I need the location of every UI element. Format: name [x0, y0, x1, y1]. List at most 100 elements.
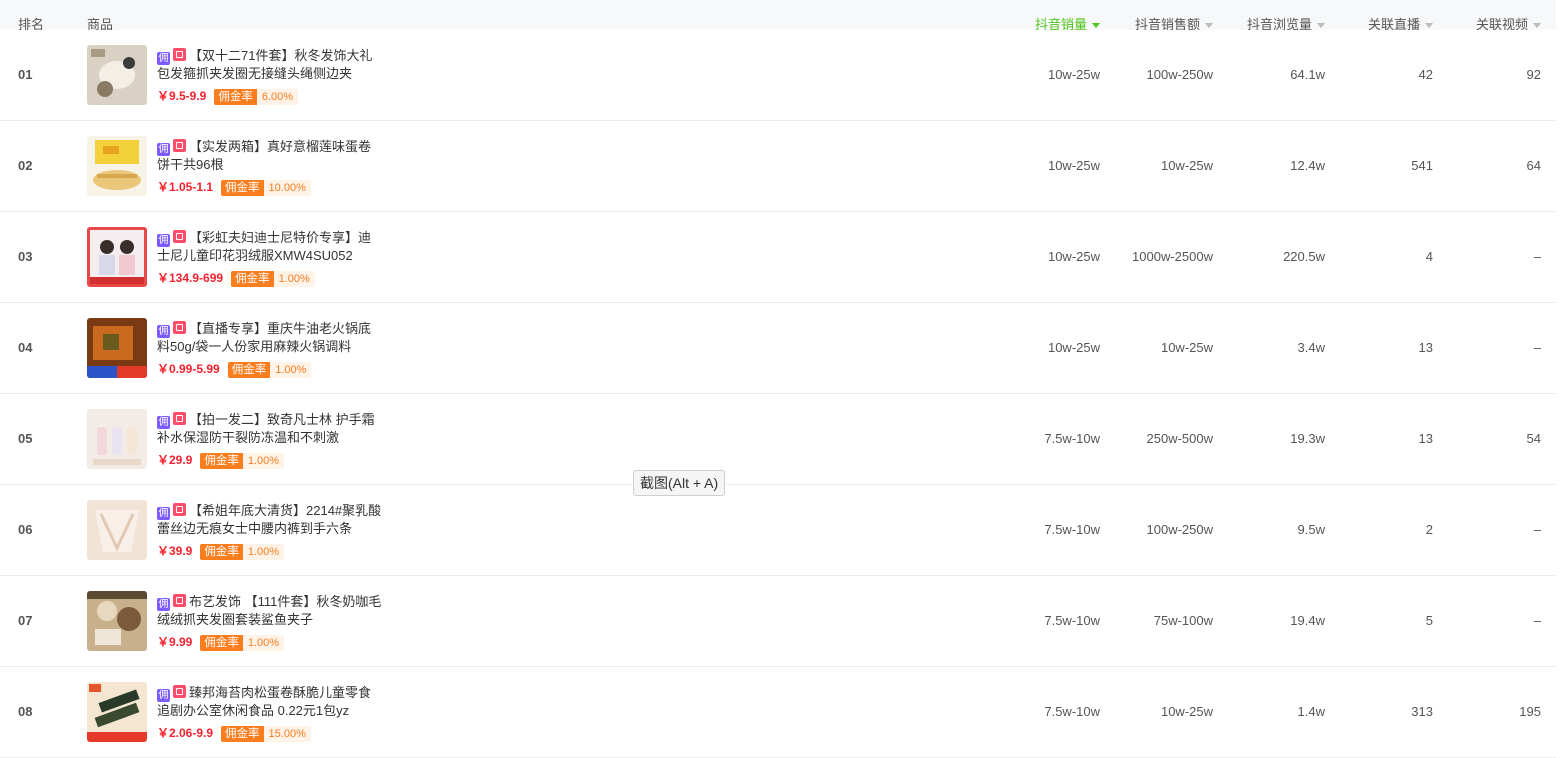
- related-video: 54: [1526, 431, 1541, 446]
- douyin-sales: 7.5w-10w: [1044, 522, 1100, 537]
- table-row[interactable]: 04 佣【直播专享】重庆牛油老火锅底料50g/袋一人份家用麻辣火锅调料 ￥0.9…: [0, 303, 1556, 394]
- douyin-sales: 10w-25w: [1047, 67, 1100, 82]
- douyin-sales: 7.5w-10w: [1044, 431, 1100, 446]
- douyin-views: 1.4w: [1297, 704, 1325, 719]
- related-live: 4: [1425, 249, 1433, 264]
- commission-tag: 佣: [157, 325, 170, 338]
- commission-rate-label: 佣金率: [200, 544, 243, 560]
- table-row[interactable]: 03 佣【彩虹夫妇迪士尼特价专享】迪士尼儿童印花羽绒服XMW4SU052 ￥13…: [0, 212, 1556, 303]
- product-price: ￥134.9-699: [157, 271, 224, 285]
- douyin-shop-icon: [173, 685, 186, 698]
- screenshot-shortcut-tooltip: 截图(Alt + A): [633, 470, 726, 496]
- douyin-revenue: 10w-25w: [1160, 158, 1213, 173]
- sort-caret-icon: [1205, 23, 1213, 29]
- douyin-views: 3.4w: [1297, 340, 1325, 355]
- product-title[interactable]: 【拍一发二】致奇凡士林 护手霜补水保湿防干裂防冻温和不刺激: [157, 412, 375, 445]
- product-price: ￥29.9: [157, 453, 193, 467]
- commission-rate-label: 佣金率: [221, 726, 264, 742]
- commission-rate-label: 佣金率: [200, 635, 243, 651]
- sort-caret-icon: [1533, 23, 1541, 29]
- sort-caret-icon: [1317, 23, 1325, 29]
- commission-tag: 佣: [157, 52, 170, 65]
- rank-number: 06: [18, 522, 33, 537]
- product-title[interactable]: 布艺发饰 【111件套】秋冬奶咖毛绒绒抓夹发圈套装鲨鱼夹子: [157, 594, 381, 627]
- commission-rate-value: 6.00%: [256, 89, 299, 105]
- product-thumbnail[interactable]: [87, 45, 147, 105]
- commission-rate-label: 佣金率: [231, 271, 274, 287]
- douyin-views: 64.1w: [1290, 67, 1325, 82]
- douyin-revenue: 10w-25w: [1160, 340, 1213, 355]
- product-thumbnail[interactable]: [87, 591, 147, 651]
- product-price: ￥0.99-5.99: [157, 362, 220, 376]
- product-title[interactable]: 【双十二71件套】秋冬发饰大礼包发箍抓夹发圈无接缝头绳侧边夹: [157, 48, 372, 81]
- commission-rate-value: 15.00%: [263, 726, 311, 742]
- douyin-shop-icon: [173, 503, 186, 516]
- commission-tag: 佣: [157, 234, 170, 247]
- commission-rate-value: 1.00%: [242, 544, 285, 560]
- douyin-sales: 7.5w-10w: [1044, 613, 1100, 628]
- table-row[interactable]: 06 佣【希姐年底大清货】2214#聚乳酸蕾丝边无痕女士中腰内裤到手六条 ￥39…: [0, 485, 1556, 576]
- commission-tag: 佣: [157, 598, 170, 611]
- sort-caret-icon: [1425, 23, 1433, 29]
- table-row[interactable]: 02 佣【实发两箱】真好意榴莲味蛋卷饼干共96根 ￥1.05-1.1 佣金率 10.…: [0, 121, 1556, 212]
- product-title[interactable]: 【希姐年底大清货】2214#聚乳酸蕾丝边无痕女士中腰内裤到手六条: [157, 503, 381, 536]
- commission-rate-value: 1.00%: [270, 362, 312, 378]
- rank-number: 01: [18, 67, 33, 82]
- commission-rate-value: 1.00%: [273, 271, 315, 287]
- douyin-revenue: 75w-100w: [1153, 613, 1213, 628]
- table-row[interactable]: 01 佣【双十二71件套】秋冬发饰大礼包发箍抓夹发圈无接缝头绳侧边夹 ￥9.5-…: [0, 30, 1556, 121]
- commission-rate-value: 1.00%: [242, 453, 285, 469]
- product-title[interactable]: 【实发两箱】真好意榴莲味蛋卷饼干共96根: [157, 139, 371, 172]
- douyin-revenue: 100w-250w: [1146, 67, 1214, 82]
- rank-number: 03: [18, 249, 33, 264]
- douyin-shop-icon: [173, 230, 186, 243]
- rank-number: 02: [18, 158, 33, 173]
- product-title[interactable]: 【彩虹夫妇迪士尼特价专享】迪士尼儿童印花羽绒服XMW4SU052: [157, 230, 371, 263]
- product-thumbnail[interactable]: [87, 318, 147, 378]
- product-thumbnail[interactable]: [87, 409, 147, 469]
- commission-tag: 佣: [157, 416, 170, 429]
- douyin-shop-icon: [173, 412, 186, 425]
- douyin-sales: 10w-25w: [1047, 340, 1100, 355]
- product-thumbnail[interactable]: [87, 682, 147, 742]
- product-price: ￥2.06-9.9: [157, 726, 214, 740]
- douyin-revenue: 250w-500w: [1146, 431, 1214, 446]
- related-live: 5: [1425, 613, 1433, 628]
- related-live: 13: [1418, 431, 1433, 446]
- sort-caret-icon: [1092, 23, 1100, 29]
- commission-tag: 佣: [157, 689, 170, 702]
- product-price: ￥9.99: [157, 635, 193, 649]
- table-row[interactable]: 05 佣【拍一发二】致奇凡士林 护手霜补水保湿防干裂防冻温和不刺激 ￥29.9 佣…: [0, 394, 1556, 485]
- related-video: –: [1533, 249, 1541, 264]
- product-title[interactable]: 【直播专享】重庆牛油老火锅底料50g/袋一人份家用麻辣火锅调料: [157, 321, 371, 354]
- douyin-views: 19.4w: [1290, 613, 1325, 628]
- related-live: 13: [1418, 340, 1433, 355]
- related-video: 64: [1526, 158, 1541, 173]
- product-price: ￥39.9: [157, 544, 193, 558]
- rank-number: 08: [18, 704, 33, 719]
- related-live: 2: [1425, 522, 1433, 537]
- related-live: 541: [1411, 158, 1433, 173]
- douyin-revenue: 1000w-2500w: [1132, 249, 1213, 264]
- douyin-revenue: 100w-250w: [1146, 522, 1214, 537]
- douyin-views: 9.5w: [1297, 522, 1325, 537]
- douyin-shop-icon: [173, 139, 186, 152]
- douyin-shop-icon: [173, 594, 186, 607]
- commission-rate-label: 佣金率: [221, 180, 264, 196]
- related-live: 42: [1418, 67, 1433, 82]
- douyin-shop-icon: [173, 321, 186, 334]
- douyin-views: 12.4w: [1290, 158, 1325, 173]
- commission-rate-value: 10.00%: [263, 180, 311, 196]
- product-thumbnail[interactable]: [87, 500, 147, 560]
- product-price: ￥9.5-9.9: [157, 89, 207, 103]
- douyin-shop-icon: [173, 48, 186, 61]
- product-title[interactable]: 臻邦海苔肉松蛋卷酥脆儿童零食追剧办公室休闲食品 0.22元1包yz: [157, 685, 371, 718]
- table-row[interactable]: 08 佣臻邦海苔肉松蛋卷酥脆儿童零食追剧办公室休闲食品 0.22元1包yz ￥2…: [0, 667, 1556, 758]
- product-thumbnail[interactable]: [87, 136, 147, 196]
- rank-number: 04: [18, 340, 33, 355]
- rank-number: 05: [18, 431, 33, 446]
- product-price: ￥1.05-1.1: [157, 180, 214, 194]
- product-thumbnail[interactable]: [87, 227, 147, 287]
- related-video: 195: [1519, 704, 1541, 719]
- table-row[interactable]: 07 佣布艺发饰 【111件套】秋冬奶咖毛绒绒抓夹发圈套装鲨鱼夹子 ￥9.99 佣…: [0, 576, 1556, 667]
